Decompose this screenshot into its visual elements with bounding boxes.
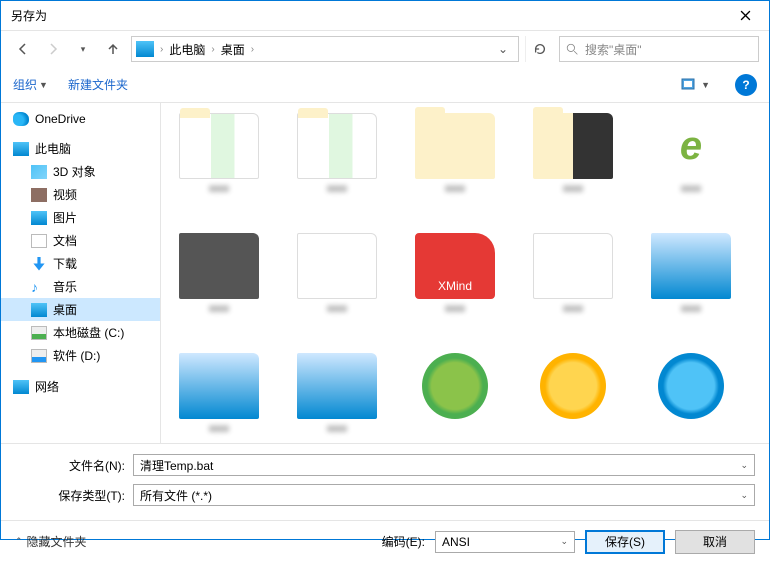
tree-desktop[interactable]: 桌面: [1, 298, 160, 321]
file-item[interactable]: ■■■: [411, 113, 499, 213]
search-input[interactable]: 搜索"桌面": [559, 36, 759, 62]
encoding-select[interactable]: ANSI ⌄: [435, 531, 575, 553]
view-mode-button[interactable]: ▼: [676, 75, 715, 95]
file-item[interactable]: [411, 353, 499, 443]
file-item[interactable]: XMind■■■: [411, 233, 499, 333]
desktop-icon: [31, 303, 47, 317]
tree-3d[interactable]: 3D 对象: [1, 160, 160, 183]
image-icon: [651, 233, 731, 299]
filename-label: 文件名(N):: [15, 457, 125, 474]
file-item[interactable]: ■■■: [647, 233, 735, 333]
app-icon: [179, 233, 259, 299]
app-icon: [540, 353, 606, 419]
thumbnail-view-icon: [681, 78, 699, 92]
tree-pictures[interactable]: 图片: [1, 206, 160, 229]
breadcrumb-pc[interactable]: 此电脑: [167, 41, 207, 58]
file-item[interactable]: [529, 353, 617, 443]
chevron-up-icon: ⌃: [15, 536, 23, 547]
window-title: 另存为: [11, 7, 725, 24]
video-icon: [31, 188, 47, 202]
app-icon: [658, 353, 724, 419]
file-item[interactable]: ■■■: [529, 113, 617, 213]
chevron-down-icon[interactable]: ⌄: [560, 536, 568, 547]
pc-icon: [136, 41, 154, 57]
tree-disk-c[interactable]: 本地磁盘 (C:): [1, 321, 160, 344]
tree-disk-d[interactable]: 软件 (D:): [1, 344, 160, 367]
image-icon: [179, 353, 259, 419]
toolbar: 组织 ▼ 新建文件夹 ▼ ?: [1, 67, 769, 103]
document-icon: [31, 234, 47, 248]
onedrive-icon: [13, 112, 29, 126]
breadcrumb-desktop[interactable]: 桌面: [219, 41, 247, 58]
save-button[interactable]: 保存(S): [585, 530, 665, 554]
help-button[interactable]: ?: [735, 74, 757, 96]
tree-video[interactable]: 视频: [1, 183, 160, 206]
disk-icon: [31, 349, 47, 363]
file-item[interactable]: ■■■: [293, 233, 381, 333]
file-item[interactable]: ■■■: [293, 353, 381, 443]
file-list[interactable]: ■■■ ■■■ ■■■ ■■■ ■■■ ■■■ ■■■ XMind■■■ ■■■…: [161, 103, 769, 443]
folder-icon: [179, 113, 259, 179]
tree-pc[interactable]: 此电脑: [1, 137, 160, 160]
tree-downloads[interactable]: 下载: [1, 252, 160, 275]
search-placeholder: 搜索"桌面": [585, 41, 642, 58]
chevron-down-icon[interactable]: ⌄: [740, 490, 748, 501]
new-folder-button[interactable]: 新建文件夹: [68, 76, 128, 93]
hide-folders-toggle[interactable]: ⌃ 隐藏文件夹: [15, 533, 87, 550]
nav-row: ▾ › 此电脑 › 桌面 › ⌄ 搜索"桌面": [1, 31, 769, 67]
app-icon: [422, 353, 488, 419]
chevron-right-icon: ›: [209, 44, 216, 55]
document-icon: [297, 233, 377, 299]
forward-button[interactable]: [41, 37, 65, 61]
encoding-label: 编码(E):: [382, 533, 425, 550]
tree-music[interactable]: ♪音乐: [1, 275, 160, 298]
nav-tree: OneDrive 此电脑 3D 对象 视频 图片 文档 下载 ♪音乐 桌面 本地…: [1, 103, 161, 443]
chevron-right-icon: ›: [158, 44, 165, 55]
folder-icon: [297, 113, 377, 179]
pc-icon: [13, 142, 29, 156]
address-dropdown[interactable]: ⌄: [492, 42, 514, 56]
folder-icon: [415, 113, 495, 179]
tree-docs[interactable]: 文档: [1, 229, 160, 252]
search-icon: [566, 43, 579, 56]
file-item[interactable]: ■■■: [175, 353, 263, 443]
download-icon: [31, 257, 47, 271]
browser-icon: [651, 113, 731, 179]
chevron-right-icon: ›: [249, 44, 256, 55]
image-icon: [297, 353, 377, 419]
folder-icon: [533, 113, 613, 179]
filetype-select[interactable]: 所有文件 (*.*) ⌄: [133, 484, 755, 506]
close-button[interactable]: [725, 2, 765, 30]
footer: ⌃ 隐藏文件夹 编码(E): ANSI ⌄ 保存(S) 取消: [1, 520, 769, 562]
refresh-button[interactable]: [525, 36, 553, 62]
form-area: 文件名(N): 清理Temp.bat ⌄ 保存类型(T): 所有文件 (*.*)…: [1, 443, 769, 520]
filename-input[interactable]: 清理Temp.bat ⌄: [133, 454, 755, 476]
recent-dropdown[interactable]: ▾: [71, 37, 95, 61]
file-item[interactable]: ■■■: [529, 233, 617, 333]
cube-icon: [31, 165, 47, 179]
network-icon: [13, 380, 29, 394]
file-item[interactable]: [647, 353, 735, 443]
file-item[interactable]: ■■■: [175, 233, 263, 333]
up-button[interactable]: [101, 37, 125, 61]
tree-onedrive[interactable]: OneDrive: [1, 109, 160, 129]
back-button[interactable]: [11, 37, 35, 61]
picture-icon: [31, 211, 47, 225]
title-bar: 另存为: [1, 1, 769, 31]
organize-menu[interactable]: 组织 ▼: [13, 76, 48, 93]
address-bar[interactable]: › 此电脑 › 桌面 › ⌄: [131, 36, 519, 62]
document-icon: [533, 233, 613, 299]
filetype-label: 保存类型(T):: [15, 487, 125, 504]
file-item[interactable]: ■■■: [293, 113, 381, 213]
xmind-icon: XMind: [415, 233, 495, 299]
cancel-button[interactable]: 取消: [675, 530, 755, 554]
music-icon: ♪: [31, 280, 47, 294]
file-item[interactable]: ■■■: [647, 113, 735, 213]
tree-network[interactable]: 网络: [1, 375, 160, 398]
disk-icon: [31, 326, 47, 340]
file-item[interactable]: ■■■: [175, 113, 263, 213]
chevron-down-icon[interactable]: ⌄: [740, 460, 748, 471]
